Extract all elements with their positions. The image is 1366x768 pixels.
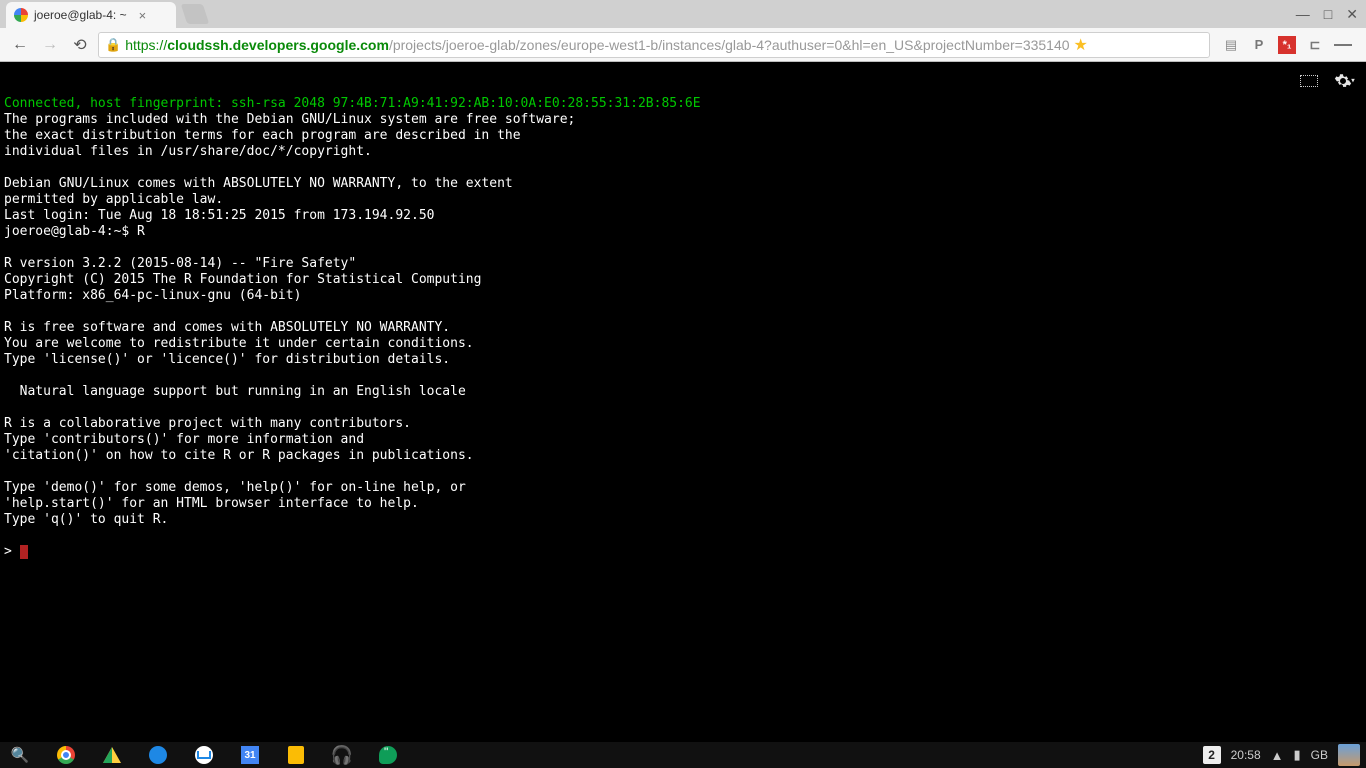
files-app-icon[interactable] xyxy=(148,745,168,765)
window-minimize-button[interactable]: — xyxy=(1296,6,1310,22)
ssh-fingerprint-line: Connected, host fingerprint: ssh-rsa 204… xyxy=(4,96,701,111)
calendar-app-icon[interactable]: 31 xyxy=(240,745,260,765)
extension-lastpass-icon[interactable]: *₁ xyxy=(1278,36,1296,54)
tab-close-icon[interactable]: × xyxy=(139,8,147,23)
window-maximize-button[interactable]: □ xyxy=(1324,6,1332,22)
music-app-icon[interactable]: 🎧 xyxy=(332,745,352,765)
terminal-cursor xyxy=(20,545,28,559)
browser-titlebar: joeroe@glab-4: ~ × — □ ✕ xyxy=(0,0,1366,28)
extension-icons: ▤ P *₁ ⊏ xyxy=(1216,36,1358,54)
address-bar[interactable]: 🔒 https://cloudssh.developers.google.com… xyxy=(98,32,1210,58)
ssh-toolbar: ▾ xyxy=(1298,70,1356,92)
extension-pocket-icon[interactable]: ⊏ xyxy=(1306,36,1324,54)
tab-favicon-icon xyxy=(14,8,28,22)
new-tab-button[interactable] xyxy=(181,4,209,24)
browser-tab[interactable]: joeroe@glab-4: ~ × xyxy=(6,2,176,28)
hangouts-app-icon[interactable] xyxy=(378,745,398,765)
window-close-button[interactable]: ✕ xyxy=(1346,6,1358,23)
battery-status-icon[interactable]: ▮ xyxy=(1294,747,1301,763)
extension-page-icon[interactable]: ▤ xyxy=(1222,36,1240,54)
terminal-output: The programs included with the Debian GN… xyxy=(4,112,575,527)
inbox-app-icon[interactable] xyxy=(194,745,214,765)
keep-app-icon[interactable] xyxy=(286,745,306,765)
nav-reload-button[interactable]: ⟲ xyxy=(68,33,92,57)
user-avatar[interactable] xyxy=(1338,744,1360,766)
notification-count-badge[interactable]: 2 xyxy=(1203,746,1221,764)
settings-gear-icon[interactable]: ▾ xyxy=(1334,70,1356,92)
ssh-terminal[interactable]: ▾ Connected, host fingerprint: ssh-rsa 2… xyxy=(0,62,1366,742)
extension-p-icon[interactable]: P xyxy=(1250,36,1268,54)
wifi-status-icon[interactable]: ▲ xyxy=(1271,748,1284,763)
keyboard-layout-indicator[interactable]: GB xyxy=(1311,748,1328,762)
chrome-app-icon[interactable] xyxy=(56,745,76,765)
lock-icon: 🔒 xyxy=(105,37,121,53)
url-protocol: https:// xyxy=(125,37,167,53)
nav-forward-button[interactable]: → xyxy=(38,33,62,57)
url-path: /projects/joeroe-glab/zones/europe-west1… xyxy=(389,37,1070,53)
window-controls: — □ ✕ xyxy=(1288,6,1366,23)
launcher-search-icon[interactable]: 🔍 xyxy=(10,745,30,765)
drive-app-icon[interactable] xyxy=(102,745,122,765)
tab-title: joeroe@glab-4: ~ xyxy=(34,8,127,22)
r-prompt: > xyxy=(4,544,20,559)
chrome-menu-button[interactable] xyxy=(1334,36,1352,54)
nav-back-button[interactable]: ← xyxy=(8,33,32,57)
keyboard-icon[interactable] xyxy=(1298,70,1320,92)
bookmark-star-icon[interactable]: ★ xyxy=(1074,35,1088,55)
os-taskbar: 🔍 31 🎧 2 20:58 ▲ ▮ GB xyxy=(0,742,1366,768)
browser-toolbar: ← → ⟲ 🔒 https://cloudssh.developers.goog… xyxy=(0,28,1366,62)
system-clock[interactable]: 20:58 xyxy=(1231,748,1261,762)
url-host: cloudssh.developers.google.com xyxy=(167,37,389,53)
